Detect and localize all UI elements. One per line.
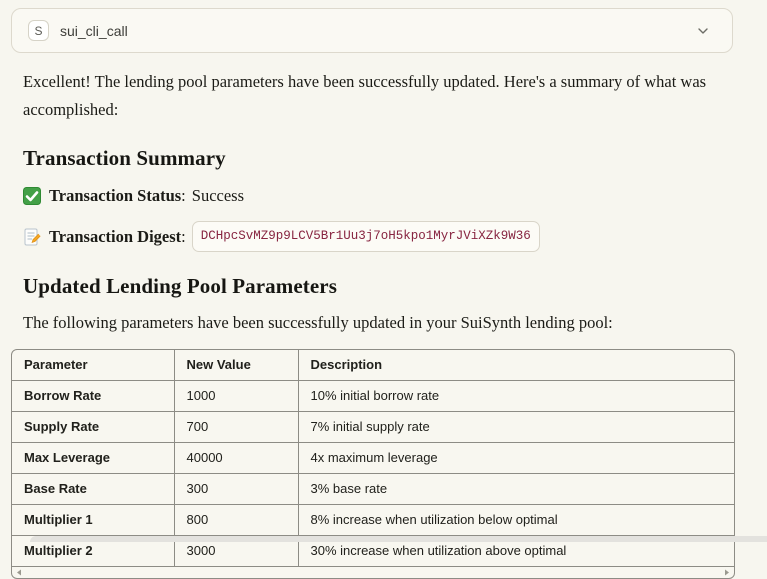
tool-badge: S <box>28 20 49 41</box>
param-name: Base Rate <box>12 474 174 505</box>
table-row: Supply Rate 700 7% initial supply rate <box>12 412 734 443</box>
tool-name-label: sui_cli_call <box>60 23 128 39</box>
param-description: 3% base rate <box>298 474 734 505</box>
assistant-message: S sui_cli_call Excellent! The lending po… <box>0 0 767 579</box>
section-title-transaction-summary: Transaction Summary <box>23 146 741 171</box>
param-description: 8% increase when utilization below optim… <box>298 505 734 536</box>
memo-emoji-icon <box>23 228 41 246</box>
scroll-right-icon[interactable] <box>724 569 730 576</box>
param-description: 4x maximum leverage <box>298 443 734 474</box>
parameters-table-container: Parameter New Value Description Borrow R… <box>11 349 735 579</box>
param-name: Borrow Rate <box>12 381 174 412</box>
table-row: Borrow Rate 1000 10% initial borrow rate <box>12 381 734 412</box>
table-row: Max Leverage 40000 4x maximum leverage <box>12 443 734 474</box>
tool-call-header[interactable]: S sui_cli_call <box>11 8 733 53</box>
chevron-down-icon[interactable] <box>696 24 710 38</box>
colon: : <box>181 225 186 249</box>
column-header-description: Description <box>298 350 734 381</box>
param-value: 1000 <box>174 381 298 412</box>
column-header-parameter: Parameter <box>12 350 174 381</box>
horizontal-scrollbar[interactable] <box>12 567 734 578</box>
param-description: 10% initial borrow rate <box>298 381 734 412</box>
status-value: Success <box>192 184 244 208</box>
table-header-row: Parameter New Value Description <box>12 350 734 381</box>
parameters-table: Parameter New Value Description Borrow R… <box>12 350 734 567</box>
next-element-edge <box>30 536 767 542</box>
table-row: Base Rate 300 3% base rate <box>12 474 734 505</box>
column-header-new-value: New Value <box>174 350 298 381</box>
intro-paragraph: Excellent! The lending pool parameters h… <box>23 68 741 124</box>
param-value: 800 <box>174 505 298 536</box>
param-description: 7% initial supply rate <box>298 412 734 443</box>
param-value: 40000 <box>174 443 298 474</box>
param-value: 700 <box>174 412 298 443</box>
colon: : <box>181 184 186 208</box>
param-value: 300 <box>174 474 298 505</box>
check-mark-emoji-icon <box>23 187 41 205</box>
table-row: Multiplier 1 800 8% increase when utiliz… <box>12 505 734 536</box>
transaction-digest-line: Transaction Digest: DCHpcSvMZ9p9LCV5Br1U… <box>23 221 741 252</box>
table-intro-paragraph: The following parameters have been succe… <box>23 311 741 335</box>
transaction-digest-value: DCHpcSvMZ9p9LCV5Br1Uu3j7oH5kpo1MyrJViXZk… <box>192 221 540 252</box>
param-name: Max Leverage <box>12 443 174 474</box>
section-title-updated-parameters: Updated Lending Pool Parameters <box>23 274 741 299</box>
param-name: Multiplier 1 <box>12 505 174 536</box>
scroll-left-icon[interactable] <box>16 569 22 576</box>
status-label: Transaction Status <box>49 184 181 208</box>
transaction-status-line: Transaction Status: Success <box>23 184 741 208</box>
param-name: Supply Rate <box>12 412 174 443</box>
digest-label: Transaction Digest <box>49 225 181 249</box>
